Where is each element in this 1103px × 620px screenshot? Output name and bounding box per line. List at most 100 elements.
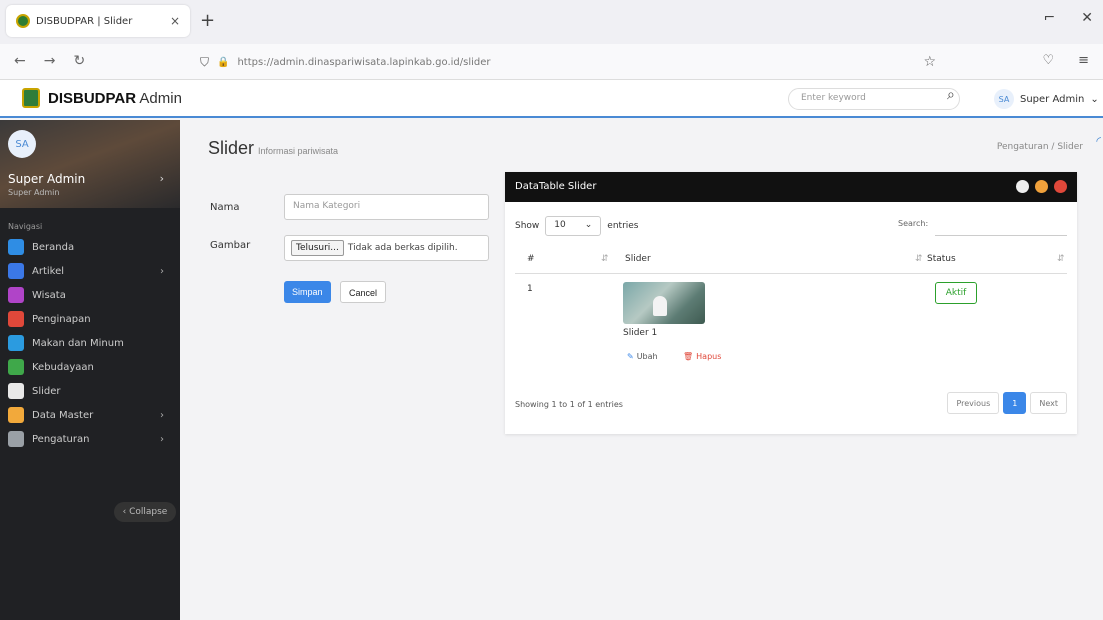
menu-item-icon [8, 359, 24, 375]
user-name: Super Admin [1020, 93, 1085, 105]
table-row: 1 Slider 1 ✎ Ubah 🗑 Hapus Aktif [515, 274, 1067, 374]
bookmark-star-icon[interactable]: ☆ [923, 54, 936, 70]
cancel-button[interactable]: Cancel [340, 281, 387, 303]
reload-icon[interactable]: ↻ [73, 53, 85, 69]
sort-icon: ⇵ [915, 254, 923, 264]
browser-tab[interactable]: DISBUDPAR | Slider × [6, 5, 190, 37]
forward-icon[interactable]: → [44, 53, 56, 69]
pocket-icon[interactable]: ♡ [1042, 53, 1054, 68]
sidebar-user-name: Super Admin [8, 172, 86, 186]
sidebar-item[interactable]: Beranda [0, 235, 180, 259]
sidebar-avatar: SA [8, 130, 36, 158]
sidebar-item[interactable]: Makan dan Minum [0, 331, 180, 355]
datatable-card: DataTable Slider Show 10 ⌄ entries Search… [505, 172, 1077, 434]
next-button[interactable]: Next [1030, 392, 1067, 414]
col-no[interactable]: # [527, 254, 535, 264]
menu-item-icon [8, 431, 24, 447]
col-slider[interactable]: Slider [625, 254, 651, 264]
brand-name: DISBUDPAR Admin [48, 90, 182, 107]
brand-bold: DISBUDPAR [48, 89, 137, 107]
lock-icon: 🔒 [217, 56, 230, 68]
page-title-text: Slider [208, 138, 255, 158]
slider-thumbnail [623, 282, 705, 324]
sidebar-item[interactable]: Kebudayaan [0, 355, 180, 379]
menu-icon[interactable]: ≡ [1078, 53, 1089, 68]
search-icon[interactable]: ⌕ [947, 87, 955, 103]
user-menu[interactable]: SA Super Admin ⌄ [994, 89, 1099, 109]
table-search-label: Search: [898, 219, 929, 228]
back-icon[interactable]: ← [14, 53, 26, 69]
menu-item-icon [8, 407, 24, 423]
table-search-input[interactable] [935, 210, 1067, 236]
save-button[interactable]: Simpan [284, 281, 331, 303]
brand[interactable]: DISBUDPAR Admin [22, 88, 182, 108]
close-window-icon[interactable]: ✕ [1081, 10, 1093, 26]
avatar: SA [994, 89, 1014, 109]
sidebar-item[interactable]: Penginapan [0, 307, 180, 331]
sidebar-item[interactable]: Artikel › [0, 259, 180, 283]
menu-item-icon [8, 311, 24, 327]
sidebar-item-label: Kebudayaan [32, 361, 94, 373]
collapse-button[interactable]: ‹ Collapse [114, 502, 176, 522]
menu-item-icon [8, 383, 24, 399]
slider-name: Slider 1 [623, 328, 658, 338]
edit-icon: ✎ [627, 352, 634, 361]
sidebar-section-title: Navigasi [8, 222, 43, 231]
tab-title: DISBUDPAR | Slider [36, 15, 133, 27]
url-field[interactable]: ⛉ 🔒 https://admin.dinaspariwisata.lapink… [196, 49, 950, 75]
thumbnail-figure [653, 296, 667, 316]
remove-card-icon[interactable] [1054, 180, 1067, 193]
sidebar: SA Super Admin Super Admin › Navigasi Be… [0, 120, 180, 620]
loading-icon: ◜ [1096, 134, 1101, 148]
length-control: Show 10 ⌄ entries [515, 216, 639, 236]
sidebar-item[interactable]: Slider [0, 379, 180, 403]
sidebar-menu: Beranda Artikel › Wisata Penginapan Makan dan… [0, 235, 180, 451]
sidebar-item-label: Wisata [32, 289, 66, 301]
menu-item-icon [8, 239, 24, 255]
pagination: Previous 1 Next [947, 392, 1067, 414]
sidebar-item-label: Penginapan [32, 313, 91, 325]
refresh-icon[interactable] [1016, 180, 1029, 193]
sidebar-item[interactable]: Wisata [0, 283, 180, 307]
entries-select[interactable]: 10 ⌄ [545, 216, 602, 236]
page-title: Slider Informasi pariwisata [208, 138, 338, 159]
menu-item-icon [8, 335, 24, 351]
sort-icon: ⇵ [1057, 254, 1065, 264]
shield-icon: ⛉ [200, 54, 210, 69]
edit-label: Ubah [636, 352, 658, 361]
previous-button[interactable]: Previous [947, 392, 1000, 414]
col-status[interactable]: Status [927, 254, 956, 264]
chevron-right-icon: › [160, 433, 164, 445]
chevron-right-icon: › [160, 265, 164, 277]
header-search-input[interactable]: Enter keyword [788, 88, 960, 110]
sidebar-item-label: Makan dan Minum [32, 337, 124, 349]
delete-label: Hapus [696, 352, 722, 361]
breadcrumb: Pengaturan / Slider [996, 142, 1083, 152]
sidebar-item-label: Beranda [32, 241, 75, 253]
name-input[interactable]: Nama Kategori [284, 194, 489, 220]
chevron-right-icon: › [159, 172, 164, 185]
sidebar-item-label: Artikel [32, 265, 65, 277]
image-file-input[interactable]: Telusuri... Tidak ada berkas dipilih. [284, 235, 489, 261]
sidebar-item[interactable]: Data Master › [0, 403, 180, 427]
main-content: Slider Informasi pariwisata Pengaturan / … [180, 120, 1103, 620]
delete-button[interactable]: 🗑 Hapus [683, 352, 721, 361]
tab-close-icon[interactable]: × [170, 14, 180, 28]
chevron-down-icon: ⌄ [1090, 93, 1099, 105]
sidebar-user-panel[interactable]: SA Super Admin Super Admin › [0, 120, 180, 208]
sidebar-item-label: Slider [32, 385, 61, 397]
page-button[interactable]: 1 [1003, 392, 1027, 414]
minimize-card-icon[interactable] [1035, 180, 1048, 193]
window-controls: ⌐ ✕ [1044, 10, 1093, 26]
browse-button[interactable]: Telusuri... [291, 240, 344, 256]
logo-icon [22, 88, 40, 108]
entries-select-value: 10 [554, 220, 566, 230]
minimize-icon[interactable]: ⌐ [1044, 10, 1056, 26]
status-badge[interactable]: Aktif [935, 282, 977, 304]
new-tab-button[interactable]: + [200, 10, 215, 31]
row-number: 1 [527, 284, 533, 294]
edit-button[interactable]: ✎ Ubah [627, 352, 658, 361]
menu-item-icon [8, 287, 24, 303]
sidebar-item[interactable]: Pengaturan › [0, 427, 180, 451]
chevron-down-icon: ⌄ [584, 220, 593, 230]
